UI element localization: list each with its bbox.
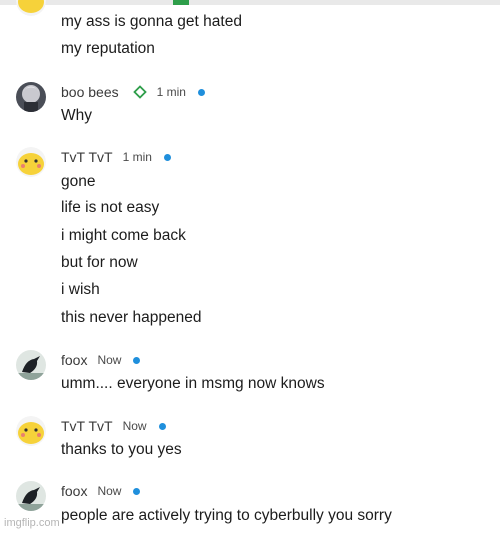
message-header: TvT TvT 1 min: [61, 147, 171, 167]
unread-dot-icon: [163, 153, 171, 161]
message-text: thanks to you yes: [61, 441, 182, 458]
timestamp: Now: [97, 353, 122, 367]
username[interactable]: boo bees: [61, 84, 119, 100]
unread-dot-icon: [133, 487, 141, 495]
avatar[interactable]: [16, 82, 46, 112]
timestamp: Now: [122, 419, 147, 433]
avatar[interactable]: [16, 147, 46, 177]
avatar[interactable]: [16, 481, 46, 511]
avatar[interactable]: [16, 350, 46, 380]
unread-dot-icon: [197, 88, 205, 96]
message-text: my ass is gonna get hated: [61, 13, 242, 30]
top-divider: [0, 0, 500, 5]
message-header: foox Now: [61, 350, 141, 370]
message-text: people are actively trying to cyberbully…: [61, 507, 392, 524]
watermark: imgflip.com: [4, 517, 60, 529]
username[interactable]: foox: [61, 483, 87, 499]
message-header: TvT TvT Now: [61, 416, 166, 436]
diamond-icon: [132, 85, 147, 99]
message-text: gone: [61, 173, 96, 190]
message-text: i might come back: [61, 227, 186, 244]
message-text: but for now: [61, 254, 138, 271]
top-accent-bar: [173, 0, 189, 5]
username[interactable]: TvT TvT: [61, 149, 113, 165]
avatar[interactable]: [16, 416, 46, 446]
username[interactable]: TvT TvT: [61, 418, 113, 434]
message-header: boo bees 1 min: [61, 82, 205, 102]
username[interactable]: foox: [61, 352, 87, 368]
message-text: life is not easy: [61, 199, 160, 216]
timestamp: Now: [97, 484, 122, 498]
avatar[interactable]: [16, 0, 46, 16]
timestamp: 1 min: [122, 150, 152, 164]
message-text: Why: [61, 107, 92, 124]
message-header: foox Now: [61, 481, 141, 501]
unread-dot-icon: [158, 422, 166, 430]
message-text: this never happened: [61, 309, 202, 326]
message-text: i wish: [61, 281, 100, 298]
timestamp: 1 min: [156, 85, 186, 99]
unread-dot-icon: [133, 356, 141, 364]
message-text: umm.... everyone in msmg now knows: [61, 375, 325, 392]
message-text: my reputation: [61, 40, 155, 57]
